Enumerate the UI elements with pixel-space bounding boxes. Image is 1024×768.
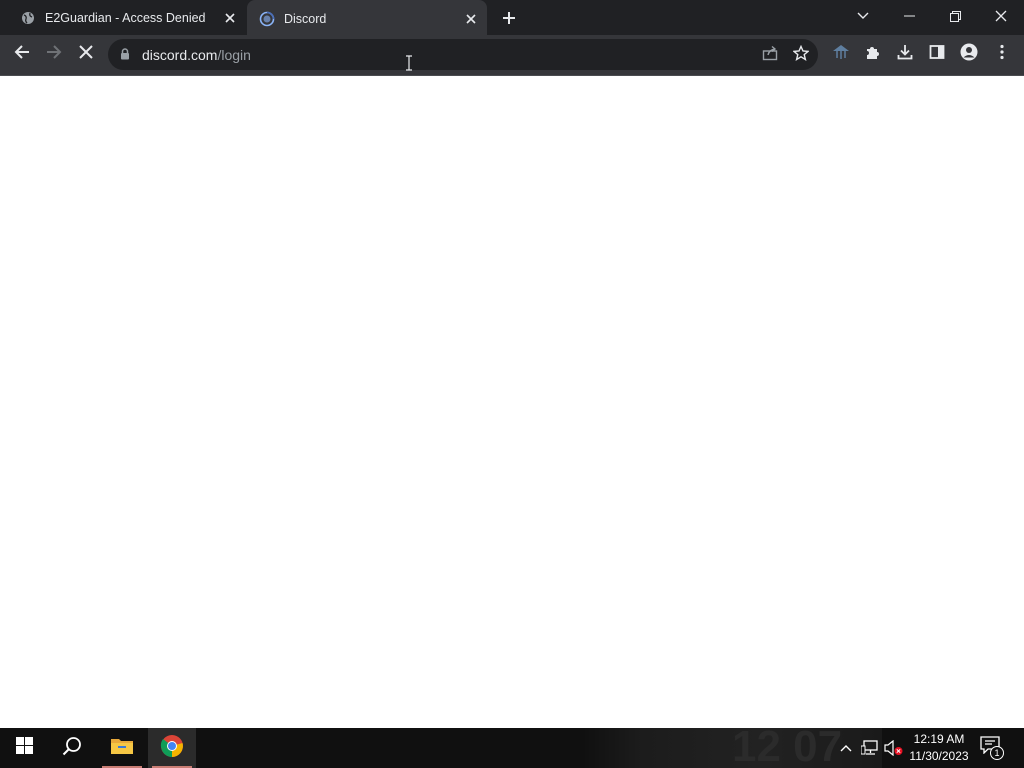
extension-button[interactable]: [826, 39, 856, 69]
back-button[interactable]: [7, 39, 37, 69]
stop-loading-button[interactable]: [71, 39, 101, 69]
downloads-button[interactable]: [890, 39, 920, 69]
close-tab-icon[interactable]: [461, 9, 481, 29]
extension-tent-icon: [832, 44, 850, 65]
folder-icon: [110, 736, 134, 761]
address-bar[interactable]: discord.com/login: [108, 39, 818, 71]
close-tab-icon[interactable]: [220, 8, 240, 28]
profile-button[interactable]: [954, 39, 984, 69]
tab-e2guardian[interactable]: E2Guardian - Access Denied: [8, 0, 246, 35]
minimize-button[interactable]: [886, 0, 932, 32]
taskbar-chrome[interactable]: [148, 728, 196, 768]
close-icon: [79, 44, 93, 64]
windows-taskbar: 12 07 12:19 AM 11/30/2023 1: [0, 728, 1024, 768]
text-cursor-icon: [404, 55, 414, 76]
share-icon[interactable]: [762, 45, 778, 66]
url-text[interactable]: discord.com/login: [142, 47, 251, 63]
clock-date: 11/30/2023: [909, 749, 969, 763]
arrow-right-icon: [46, 44, 62, 65]
bookmark-star-icon[interactable]: [792, 44, 810, 66]
clock-time: 12:19 AM: [913, 732, 965, 746]
puzzle-icon: [865, 44, 881, 65]
discord-loading-icon: [259, 11, 275, 27]
side-panel-button[interactable]: [922, 39, 952, 69]
forward-button[interactable]: [39, 39, 69, 69]
chevron-up-icon: [840, 739, 852, 757]
taskbar-clock[interactable]: 12:19 AM 11/30/2023: [904, 731, 974, 765]
tab-strip: E2Guardian - Access Denied Discord: [0, 0, 1024, 37]
browser-toolbar: discord.com/login: [0, 35, 1024, 76]
side-panel-icon: [929, 44, 945, 65]
arrow-left-icon: [14, 44, 30, 65]
tab-search-button[interactable]: [840, 0, 886, 32]
download-icon: [897, 44, 913, 65]
menu-button[interactable]: [987, 39, 1017, 69]
volume-muted-icon[interactable]: [884, 738, 904, 758]
chrome-icon: [160, 734, 184, 763]
notification-count-badge: 1: [990, 746, 1004, 760]
avatar-icon: [960, 43, 978, 66]
url-host: discord.com: [142, 47, 218, 63]
tab-title: E2Guardian - Access Denied: [45, 10, 206, 25]
windows-logo-icon: [15, 737, 33, 759]
globe-icon: [20, 10, 36, 26]
url-path: /login: [217, 47, 251, 63]
search-button[interactable]: [48, 728, 96, 768]
taskbar-file-explorer[interactable]: [98, 728, 146, 768]
lock-icon[interactable]: [120, 47, 130, 65]
extensions-button[interactable]: [858, 39, 888, 69]
restore-button[interactable]: [932, 0, 978, 32]
close-window-button[interactable]: [978, 0, 1024, 32]
search-icon: [62, 736, 82, 761]
page-content: [0, 76, 1024, 728]
kebab-menu-icon: [1000, 44, 1004, 65]
new-tab-button[interactable]: [497, 6, 521, 30]
tab-discord[interactable]: Discord: [247, 0, 487, 37]
wallpaper-clock-text: 12 07: [732, 728, 843, 768]
network-icon[interactable]: [860, 738, 880, 758]
start-button[interactable]: [0, 728, 48, 768]
action-center-button[interactable]: 1: [980, 736, 1006, 762]
tab-title: Discord: [284, 11, 327, 26]
show-hidden-icons-button[interactable]: [836, 738, 856, 758]
